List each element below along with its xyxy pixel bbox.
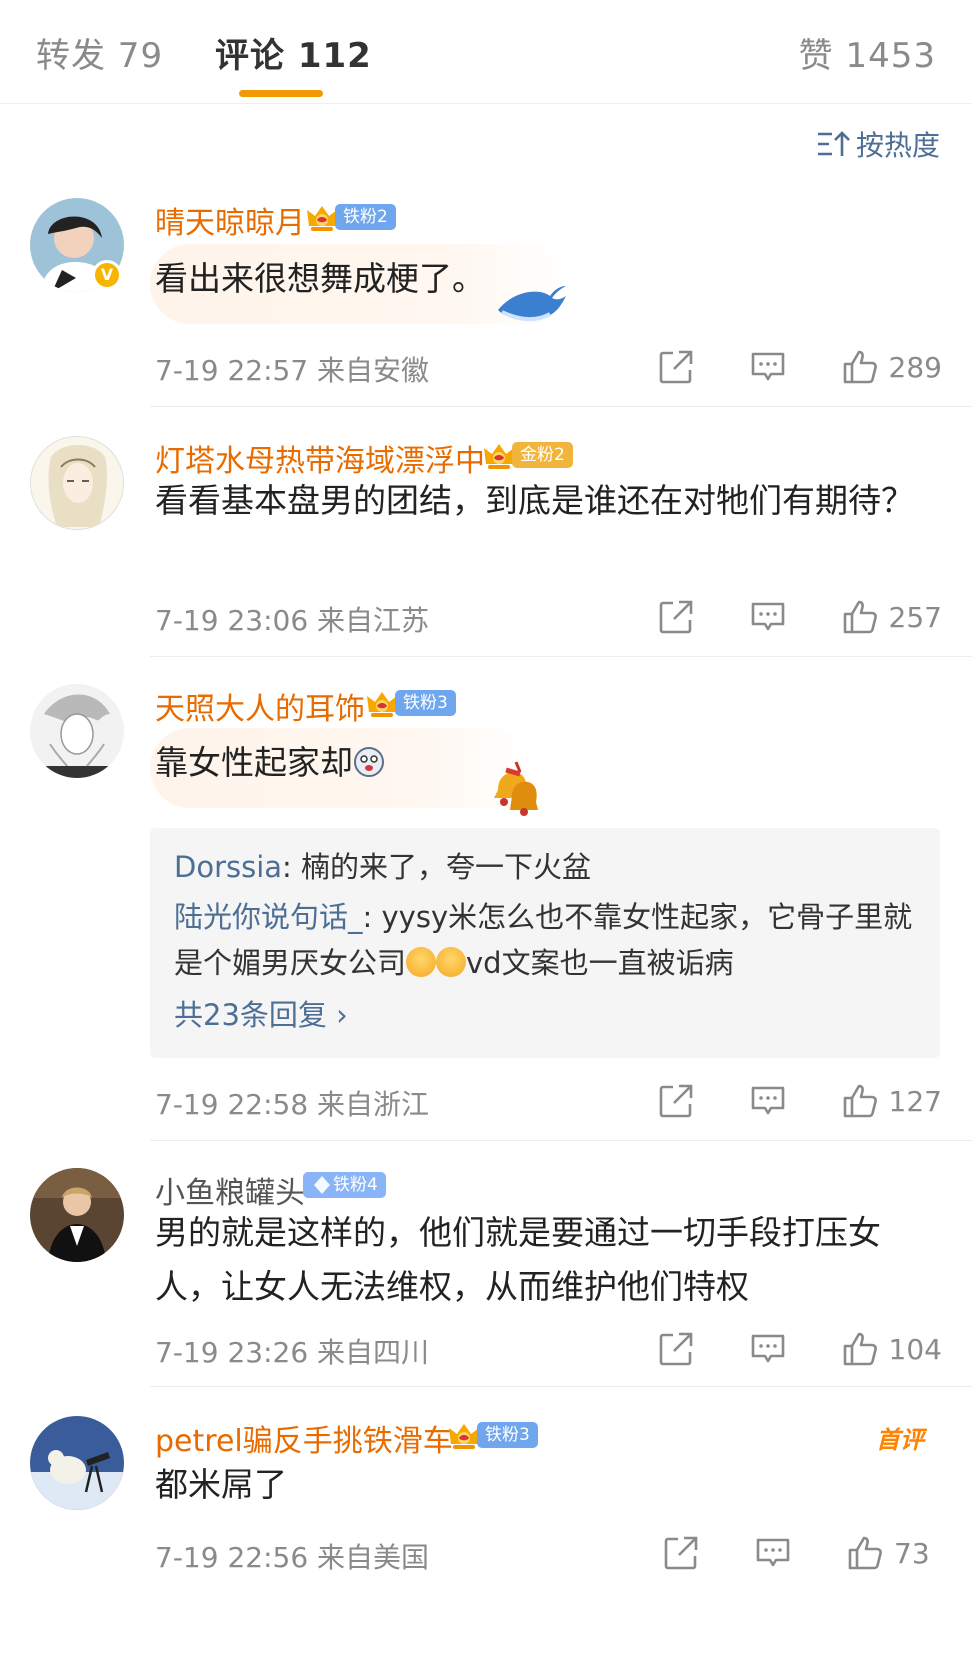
comment-item: petrel骗反手挑铁滑车 铁粉3 首评 都米屌了 7-19 22:56 来自美…: [0, 1416, 972, 1660]
username[interactable]: petrel骗反手挑铁滑车: [155, 1416, 453, 1460]
reply-colon: :: [362, 900, 382, 934]
sort-by-hot-button[interactable]: 按热度: [816, 124, 940, 164]
comment-meta: 7-19 22:57 来自安徽: [155, 354, 430, 387]
comment-actions: 289: [657, 348, 942, 386]
reply-text: 楠的来了，夸一下火盆: [301, 850, 592, 884]
comment-meta: 7-19 22:56 来自美国: [155, 1541, 430, 1574]
shocked-face-emoji-icon: [354, 747, 384, 777]
fan-badge: 铁粉4: [303, 1170, 386, 1200]
fan-badge: 铁粉3: [365, 688, 456, 718]
fan-badge-label: 铁粉3: [395, 690, 456, 716]
comment-actions: 73: [662, 1534, 942, 1572]
comment-item: 天照大人的耳饰 铁粉3 靠女性起家却 Dorssia: 楠的来了，夸一下火盆 陆…: [0, 684, 972, 1144]
sort-icon: [817, 131, 850, 156]
view-more-replies-link[interactable]: 共23条回复 ›: [174, 990, 916, 1040]
avatar[interactable]: [30, 436, 124, 530]
crown-icon: [447, 1418, 481, 1452]
replies-panel[interactable]: Dorssia: 楠的来了，夸一下火盆 陆光你说句话_: yysy米怎么也不靠女…: [150, 828, 940, 1058]
like-icon[interactable]: [841, 598, 879, 636]
fan-badge-label-wrapper: 铁粉4: [303, 1172, 386, 1198]
comment-actions: 104: [657, 1330, 942, 1368]
reply-username[interactable]: Dorssia: [174, 850, 282, 884]
comment-text: 看出来很想舞成梗了。: [155, 259, 485, 298]
divider: [150, 406, 972, 407]
avatar[interactable]: [30, 1416, 124, 1510]
comment-icon[interactable]: [749, 348, 787, 386]
like-icon[interactable]: [846, 1534, 884, 1572]
active-tab-indicator: [239, 90, 323, 97]
share-icon[interactable]: [657, 1330, 695, 1368]
like-icon[interactable]: [841, 348, 879, 386]
tab-comments[interactable]: 评论 112: [215, 28, 372, 77]
diamond-icon: [311, 1174, 333, 1196]
fan-badge-label: 铁粉2: [335, 204, 396, 230]
comment-meta: 7-19 23:26 来自四川: [155, 1336, 430, 1369]
comment-item: 灯塔水母热带海域漂浮中 金粉2 看看基本盘男的团结，到底是谁还在对牠们有期待？ …: [0, 436, 972, 692]
comment-text: 男的就是这样的，他们就是要通过一切手段打压女人，让女人无法维权，从而维护他们特权: [155, 1213, 881, 1306]
share-icon[interactable]: [657, 1082, 695, 1120]
reply-text-tail: vd文案也一直被诟病: [466, 946, 734, 980]
crown-icon: [482, 438, 516, 472]
fan-badge-label: 铁粉3: [477, 1422, 538, 1448]
comment-item: 小鱼粮罐头 铁粉4 男的就是这样的，他们就是要通过一切手段打压女人，让女人无法维…: [0, 1168, 972, 1418]
sort-label: 按热度: [855, 129, 940, 162]
like-count: 257: [888, 600, 942, 634]
like-count: 104: [888, 1332, 942, 1366]
comment-text-content: 靠女性起家却: [155, 743, 353, 782]
reply-colon: :: [282, 850, 302, 884]
fan-badge: 铁粉3: [447, 1420, 538, 1450]
tab-likes[interactable]: 赞 1453: [799, 28, 936, 77]
tab-reposts[interactable]: 转发 79: [36, 28, 163, 77]
like-count: 289: [888, 350, 942, 384]
blush-emoji-icon: [436, 947, 467, 977]
share-icon[interactable]: [662, 1534, 700, 1572]
crown-icon: [365, 686, 399, 720]
username[interactable]: 晴天晾晾月: [155, 198, 305, 242]
like-count: 73: [894, 1536, 930, 1570]
comment-icon[interactable]: [749, 598, 787, 636]
like-icon[interactable]: [841, 1330, 879, 1368]
share-icon[interactable]: [657, 598, 695, 636]
comment-text: 都米屌了: [155, 1465, 287, 1504]
divider: [150, 1386, 972, 1387]
comment-icon[interactable]: [749, 1082, 787, 1120]
comment-icon[interactable]: [754, 1534, 792, 1572]
like-icon[interactable]: [841, 1082, 879, 1120]
divider: [150, 656, 972, 657]
fan-badge-label: 铁粉4: [333, 1175, 378, 1195]
avatar[interactable]: [30, 1168, 124, 1262]
crown-icon: [305, 200, 339, 234]
share-icon[interactable]: [657, 348, 695, 386]
like-count: 127: [888, 1084, 942, 1118]
comment-meta: 7-19 23:06 来自江苏: [155, 604, 430, 637]
comment-text: 靠女性起家却: [155, 736, 935, 790]
comment-item: V 晴天晾晾月 铁粉2 看出来很想舞成梗了。 7-19 22:57 来自安徽 2…: [0, 198, 972, 434]
reply-item: 陆光你说句话_: yysy米怎么也不靠女性起家，它骨子里就是个媚男厌女公司 vd文…: [174, 894, 916, 986]
first-comment-badge: 首评: [876, 1426, 924, 1454]
divider: [150, 1140, 972, 1141]
comment-actions: 257: [657, 598, 942, 636]
fan-badge: 铁粉2: [305, 202, 396, 232]
fan-badge-label: 金粉2: [512, 442, 573, 468]
tab-bar: 转发 79 评论 112 赞 1453: [0, 0, 972, 104]
fan-badge: 金粉2: [482, 440, 573, 470]
reply-username[interactable]: 陆光你说句话_: [174, 900, 363, 934]
comment-meta: 7-19 22:58 来自浙江: [155, 1088, 430, 1121]
comment-icon[interactable]: [749, 1330, 787, 1368]
verified-badge-icon: V: [92, 260, 122, 290]
avatar[interactable]: [30, 684, 124, 778]
comment-actions: 127: [657, 1082, 942, 1120]
username[interactable]: 天照大人的耳饰: [155, 684, 365, 728]
comment-text: 看看基本盘男的团结，到底是谁还在对牠们有期待？: [155, 481, 914, 520]
blush-emoji-icon: [406, 947, 437, 977]
reply-item: Dorssia: 楠的来了，夸一下火盆: [174, 844, 916, 890]
